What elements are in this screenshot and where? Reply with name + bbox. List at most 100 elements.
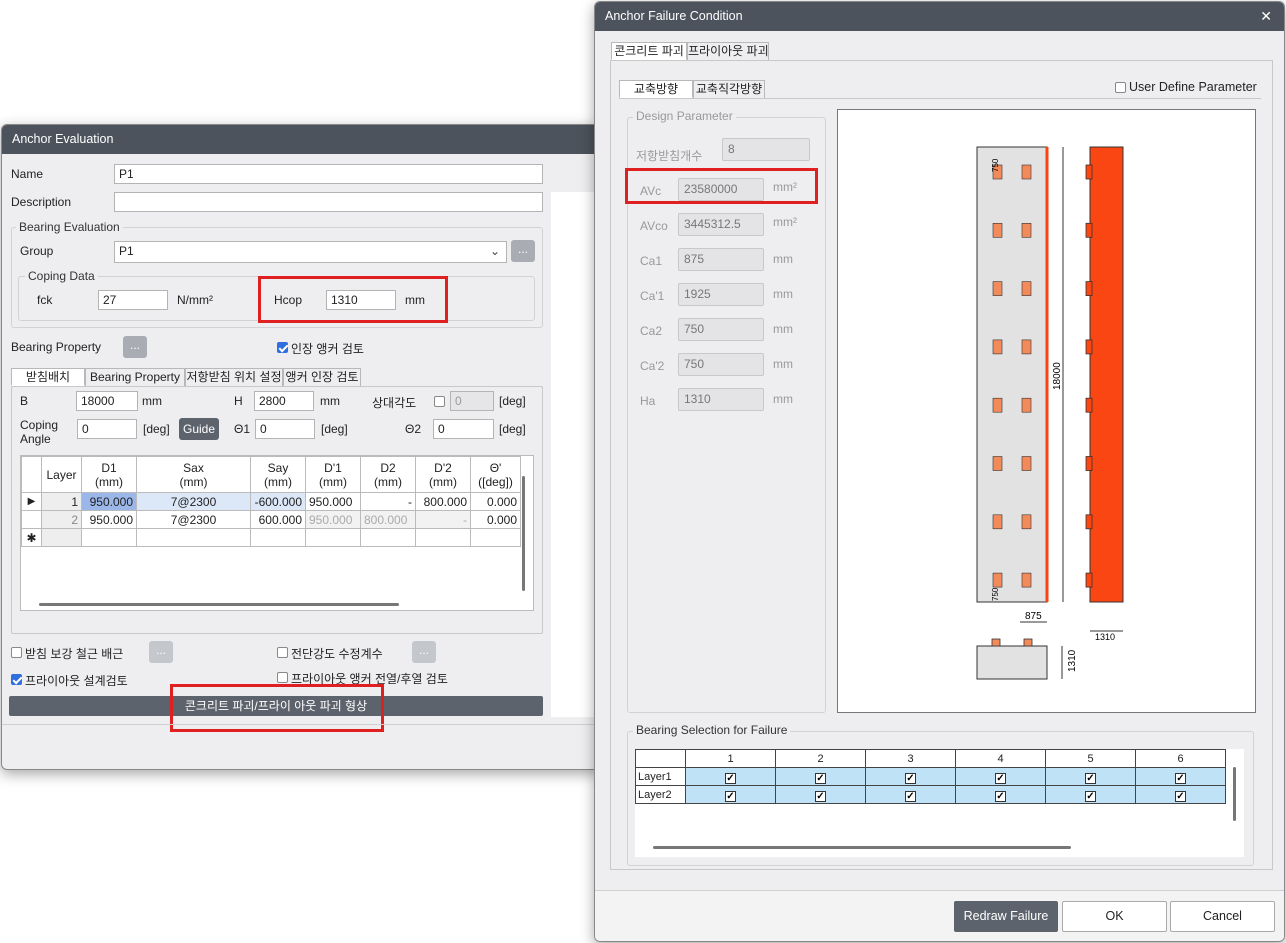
shear-factor-label: 전단강도 수정계수 bbox=[291, 647, 383, 661]
section-bearing bbox=[1023, 638, 1033, 647]
tab-concrete-failure[interactable]: 콘크리트 파괴 bbox=[611, 42, 687, 60]
select-checkbox[interactable]: ✓ bbox=[1085, 772, 1096, 784]
param-label-ca2p: Ca'2 bbox=[640, 359, 665, 373]
tab-transverse[interactable]: 교축직각방향 bbox=[693, 80, 765, 98]
failure-bearing-marker bbox=[1085, 572, 1093, 588]
header-sax: Sax (mm) bbox=[136, 456, 251, 493]
divider bbox=[2, 724, 600, 725]
tab-anchor-tension[interactable]: 앵커 인장 검토 bbox=[283, 368, 361, 386]
relative-angle-input[interactable]: 0 bbox=[450, 391, 494, 411]
tab-bearing-property[interactable]: Bearing Property bbox=[85, 368, 185, 386]
tab-resist-position[interactable]: 저항받침 위치 설정 bbox=[185, 368, 283, 386]
fck-unit: N/mm² bbox=[177, 293, 213, 307]
rebar-checkbox[interactable] bbox=[11, 647, 22, 658]
fck-label: fck bbox=[37, 293, 53, 307]
horizontal-scrollbar[interactable] bbox=[653, 846, 1071, 849]
selection-row-layer1: Layer1 ✓ ✓ ✓ ✓ ✓ ✓ bbox=[635, 767, 1226, 786]
user-define-checkbox[interactable] bbox=[1115, 82, 1126, 93]
param-label-avco: AVco bbox=[640, 219, 668, 233]
header-d1: D1 (mm) bbox=[81, 456, 137, 493]
selection-grid: 1 2 3 4 5 6 Layer1 ✓ ✓ ✓ ✓ ✓ ✓ Layer2 ✓ … bbox=[635, 749, 1244, 857]
cancel-button[interactable]: Cancel bbox=[1170, 901, 1275, 932]
select-checkbox[interactable]: ✓ bbox=[1085, 790, 1096, 802]
h-label: H bbox=[234, 394, 243, 408]
ok-button[interactable]: OK bbox=[1062, 901, 1167, 932]
coping-angle-input[interactable]: 0 bbox=[77, 419, 137, 439]
table-row[interactable]: ▶ 1 950.000 7@2300 -600.000 950.000 - 80… bbox=[21, 492, 521, 511]
relative-angle-checkbox[interactable] bbox=[434, 396, 445, 407]
layout-table: Layer D1 (mm) Sax (mm) Say (mm) D'1 (mm) D2(… bbox=[21, 456, 521, 547]
pryout-anchor-checkbox[interactable] bbox=[277, 672, 288, 683]
bearing-evaluation-title: Bearing Evaluation bbox=[16, 220, 123, 234]
b-input[interactable]: 18000 bbox=[76, 391, 138, 411]
name-input[interactable]: P1 bbox=[114, 164, 543, 184]
bearing-marker bbox=[992, 223, 1003, 238]
param-value-ca2[interactable]: 750 bbox=[678, 318, 764, 341]
failure-bearing-marker bbox=[1085, 456, 1093, 471]
selection-table: 1 2 3 4 5 6 Layer1 ✓ ✓ ✓ ✓ ✓ ✓ Layer2 ✓ … bbox=[635, 749, 1226, 804]
dim-18000: 18000 bbox=[1052, 362, 1063, 390]
param-value-ca1[interactable]: 875 bbox=[678, 248, 764, 271]
shear-factor-checkbox[interactable] bbox=[277, 647, 288, 658]
select-checkbox[interactable]: ✓ bbox=[995, 772, 1006, 784]
select-checkbox[interactable]: ✓ bbox=[995, 790, 1006, 802]
bearing-marker bbox=[992, 339, 1003, 355]
table-new-row[interactable]: ✱ bbox=[21, 528, 521, 547]
table-row[interactable]: 2 950.000 7@2300 600.000 950.000 800.000… bbox=[21, 510, 521, 529]
guide-button[interactable]: Guide bbox=[179, 418, 219, 440]
vertical-scrollbar[interactable] bbox=[1233, 767, 1236, 821]
rebar-button[interactable]: ... bbox=[149, 641, 173, 663]
select-checkbox[interactable]: ✓ bbox=[815, 790, 826, 802]
theta1-unit: [deg] bbox=[321, 422, 348, 436]
tab-layout[interactable]: 받침배치 bbox=[11, 368, 85, 386]
select-checkbox[interactable]: ✓ bbox=[905, 772, 916, 784]
h-unit: mm bbox=[320, 394, 340, 408]
select-checkbox[interactable]: ✓ bbox=[1175, 790, 1186, 802]
bearing-marker bbox=[1021, 281, 1032, 296]
select-checkbox[interactable]: ✓ bbox=[815, 772, 826, 784]
dim-875: 875 bbox=[1025, 611, 1042, 622]
select-checkbox[interactable]: ✓ bbox=[1175, 772, 1186, 784]
group-more-button[interactable]: ... bbox=[511, 240, 535, 262]
redraw-failure-button[interactable]: Redraw Failure bbox=[954, 901, 1058, 932]
failure-bearing-marker bbox=[1085, 339, 1093, 355]
close-icon[interactable]: ✕ bbox=[1260, 8, 1272, 25]
theta2-input[interactable]: 0 bbox=[433, 419, 494, 439]
tab-longitudinal[interactable]: 교축방향 bbox=[619, 80, 693, 98]
fck-input[interactable]: 27 bbox=[98, 290, 168, 310]
tab-pryout-failure[interactable]: 프라이아웃 파괴 bbox=[687, 42, 769, 60]
window-title: Anchor Failure Condition bbox=[595, 2, 1284, 31]
select-checkbox[interactable]: ✓ bbox=[725, 772, 736, 784]
param-label-count: 저항받침개수 bbox=[636, 149, 703, 163]
pryout-design-label: 프라이아웃 설계검토 bbox=[25, 674, 128, 688]
failure-bearing-marker bbox=[1085, 164, 1093, 180]
h-input[interactable]: 2800 bbox=[254, 391, 314, 411]
bearing-marker bbox=[1021, 164, 1032, 180]
select-checkbox[interactable]: ✓ bbox=[905, 790, 916, 802]
param-value-avco[interactable]: 3445312.5 bbox=[678, 213, 764, 236]
failure-bearing-marker bbox=[1085, 222, 1093, 238]
param-value-ha[interactable]: 1310 bbox=[678, 388, 764, 411]
vertical-scrollbar[interactable] bbox=[522, 476, 525, 591]
bearing-marker bbox=[992, 397, 1003, 413]
dim-750-top: 750 bbox=[991, 158, 1000, 172]
group-select[interactable]: P1 ⌄ bbox=[114, 241, 507, 263]
coping-angle-unit: [deg] bbox=[143, 422, 170, 436]
coping-angle-label: Coping Angle bbox=[20, 418, 59, 446]
highlight-hcop bbox=[258, 276, 448, 323]
shear-factor-button[interactable]: ... bbox=[412, 641, 436, 663]
dim-1310-h: 1310 bbox=[1095, 632, 1115, 642]
param-value-ca2p[interactable]: 750 bbox=[678, 353, 764, 376]
selection-row-layer2: Layer2 ✓ ✓ ✓ ✓ ✓ ✓ bbox=[635, 785, 1226, 804]
anchor-tension-checkbox[interactable] bbox=[277, 342, 288, 353]
theta1-input[interactable]: 0 bbox=[255, 419, 315, 439]
anchor-tension-label: 인장 앵커 검토 bbox=[291, 342, 364, 356]
description-input[interactable] bbox=[114, 192, 543, 212]
param-unit-ca1p: mm bbox=[773, 287, 793, 301]
horizontal-scrollbar[interactable] bbox=[39, 603, 399, 606]
bearing-property-button[interactable]: ... bbox=[123, 336, 147, 358]
pryout-design-checkbox[interactable] bbox=[11, 674, 22, 685]
param-value-ca1p[interactable]: 1925 bbox=[678, 283, 764, 306]
select-checkbox[interactable]: ✓ bbox=[725, 790, 736, 802]
param-value-count[interactable]: 8 bbox=[722, 138, 810, 161]
